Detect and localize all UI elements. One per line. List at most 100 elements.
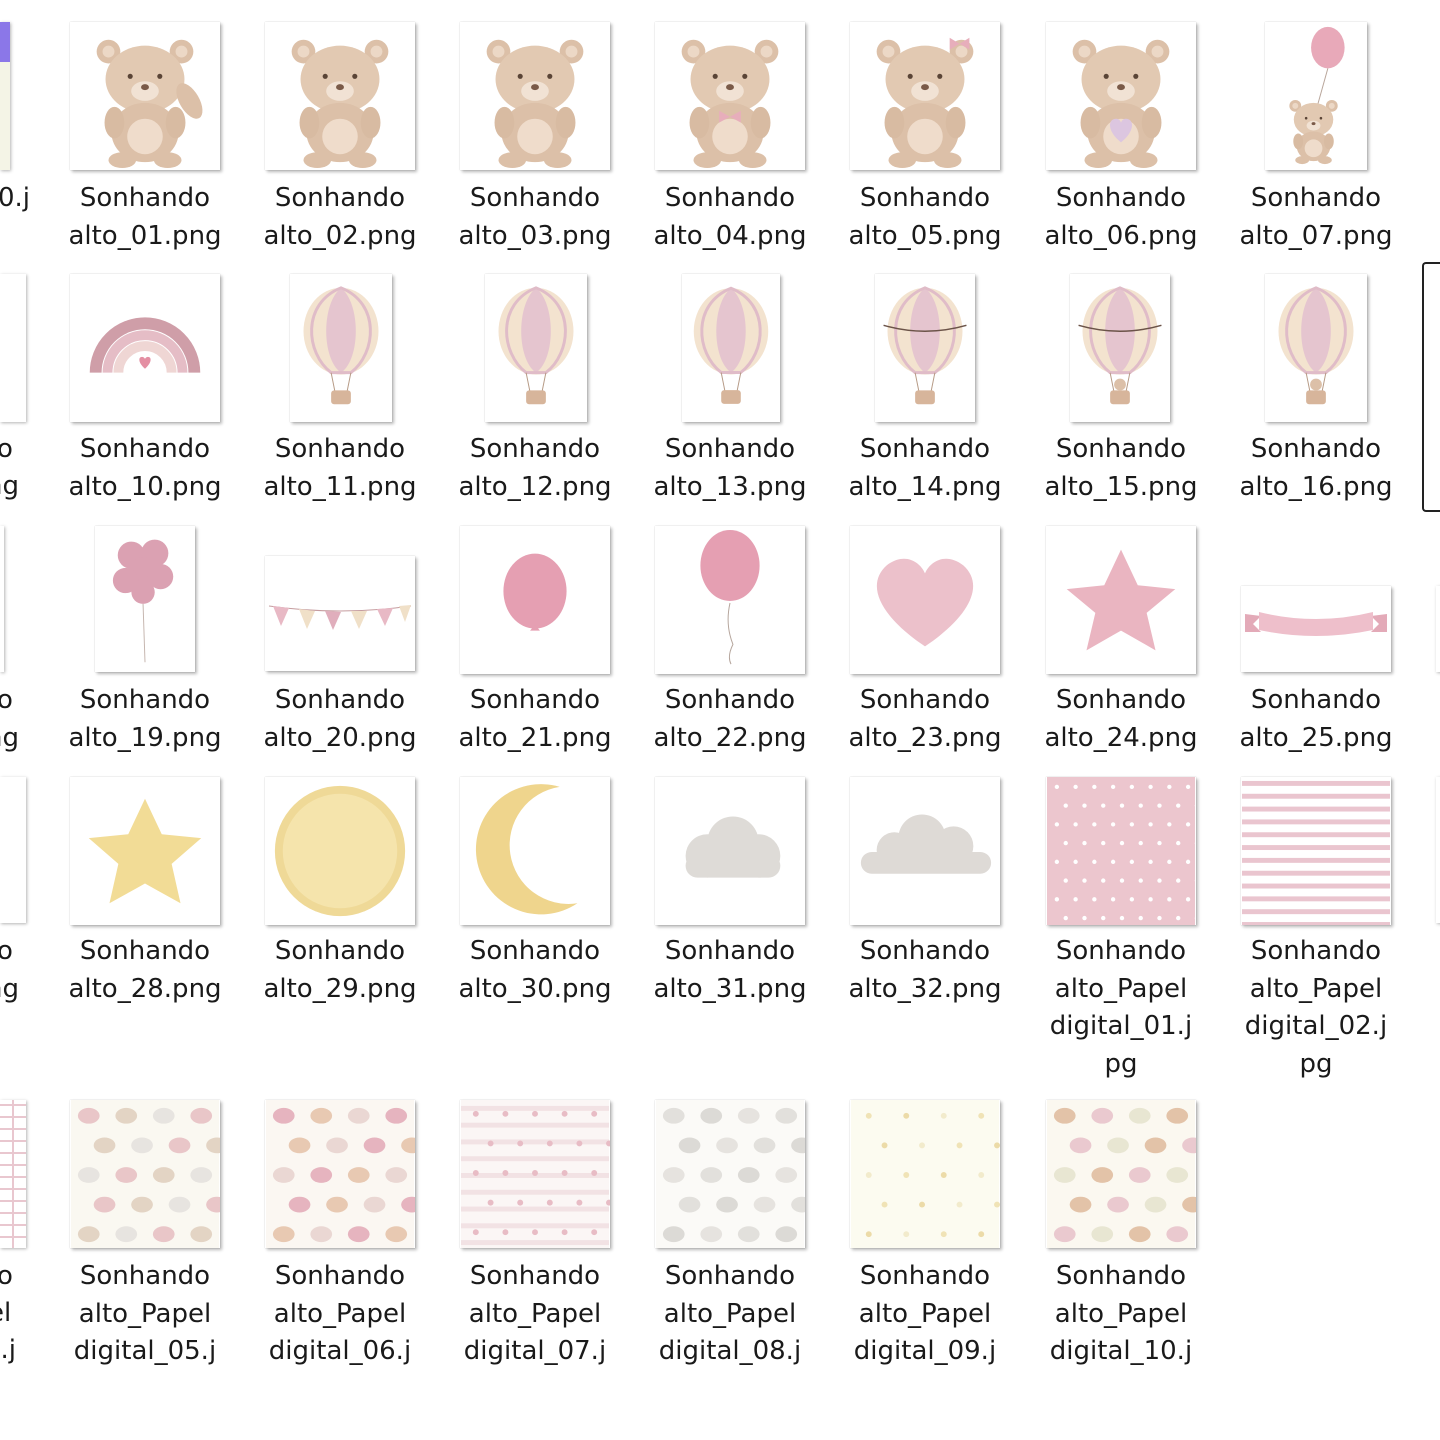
hot-air-balloon-bear-icon: [1070, 274, 1170, 422]
cloud-pattern-paper-icon: [655, 1100, 805, 1248]
file-name-line: Sonhando: [79, 434, 211, 464]
file-name-line: Sonhando: [274, 1261, 406, 1291]
file-name-line: digital_02.j: [1244, 1011, 1388, 1041]
file-name-line: Sonhando: [1055, 1261, 1187, 1291]
file-name-line: alto_22.png: [653, 722, 807, 753]
file-name-line: digital_05.j: [73, 1336, 217, 1366]
pink-balloon-string-icon: [655, 526, 805, 674]
file-name-line: alto_14.png: [848, 471, 1002, 502]
file-name-line: Sonhando: [664, 1261, 796, 1291]
file-name-line: Sonhando: [859, 685, 991, 715]
partial-thumbnail[interactable]: [0, 777, 26, 923]
file-name-line: digital_07.j: [463, 1336, 607, 1366]
file-name-line: Sonhando: [859, 936, 991, 966]
file-name-line: alto_11.png: [263, 471, 417, 502]
file-name-line: Sonhando: [79, 183, 211, 213]
file-name-line: alto_12.png: [458, 471, 612, 502]
file-name-line: Sonhando: [1250, 183, 1382, 213]
file-name-line: Sonhando: [469, 936, 601, 966]
teddy-bear-sitting-icon: [265, 22, 415, 170]
hot-air-balloon-round-icon: [682, 274, 780, 422]
hot-air-balloon-icon: [485, 274, 587, 422]
file-name-line: alto_30.png: [458, 973, 612, 1004]
partial-filename: ng: [0, 471, 19, 501]
file-name-line: alto_05.png: [848, 220, 1002, 251]
file-name-line: digital_01.j: [1049, 1011, 1193, 1041]
file-name-line: Sonhando: [469, 685, 601, 715]
file-name-line: alto_Papel: [78, 1298, 212, 1329]
yellow-star-icon: [70, 777, 220, 925]
file-name-line: alto_01.png: [68, 220, 222, 251]
file-name-line: Sonhando: [1250, 434, 1382, 464]
file-name-line: alto_Papel: [663, 1298, 797, 1329]
file-name-line: Sonhando: [859, 434, 991, 464]
file-name-line: alto_03.png: [458, 220, 612, 251]
file-name-line: alto_Papel: [468, 1298, 602, 1329]
hot-air-balloon-icon: [290, 274, 392, 422]
teddy-bear-peeking-icon: [460, 22, 610, 170]
file-name-line: alto_Papel: [1054, 1298, 1188, 1329]
file-name-line: Sonhando: [859, 183, 991, 213]
file-name-line: alto_06.png: [1044, 220, 1198, 251]
file-name-line: alto_Papel: [1054, 973, 1188, 1004]
file-name-line: Sonhando: [79, 1261, 211, 1291]
file-name-line: Sonhando: [1250, 936, 1382, 966]
heart-stripe-paper-icon: [460, 1100, 610, 1248]
partial-thumbnail[interactable]: [1436, 586, 1440, 672]
partial-filename: ng: [0, 974, 19, 1004]
file-name-line: Sonhando: [664, 434, 796, 464]
file-name-line: alto_32.png: [848, 973, 1002, 1004]
teddy-bear-bow-icon: [655, 22, 805, 170]
file-name-line: alto_19.png: [68, 722, 222, 753]
grey-cloud-icon: [655, 777, 805, 925]
partial-thumbnail[interactable]: [0, 22, 10, 170]
partial-filename: o: [0, 685, 13, 715]
selected-item-frame[interactable]: [1422, 262, 1440, 512]
file-name-line: alto_25.png: [1239, 722, 1393, 753]
file-name-line: alto_24.png: [1044, 722, 1198, 753]
file-name-line: Sonhando: [1055, 936, 1187, 966]
pink-star-icon: [1046, 526, 1196, 674]
hot-air-balloon-bear-top-icon: [1265, 274, 1367, 422]
file-name-line: Sonhando: [664, 685, 796, 715]
pink-ribbon-banner-icon: [1241, 586, 1391, 672]
file-grid: Sonhando alto_01.png Sonhando alto_02.png …: [0, 0, 1440, 1440]
partial-thumbnail[interactable]: [1436, 777, 1440, 923]
file-name-line: Sonhando: [274, 936, 406, 966]
file-name-line: alto_13.png: [653, 471, 807, 502]
pink-heart-icon: [850, 526, 1000, 674]
teddy-bear-waving-icon: [70, 22, 220, 170]
file-name-line: alto_16.png: [1239, 471, 1393, 502]
file-name-line: digital_10.j: [1049, 1336, 1193, 1366]
pink-stripe-paper-icon: [1241, 777, 1391, 925]
file-name-line: Sonhando: [79, 685, 211, 715]
file-name-line: alto_04.png: [653, 220, 807, 251]
file-name-line: Sonhando: [274, 434, 406, 464]
file-name-line: alto_Papel: [858, 1298, 992, 1329]
file-name-line: alto_Papel: [1249, 973, 1383, 1004]
bunting-flags-icon: [265, 556, 415, 671]
file-name-line: alto_21.png: [458, 722, 612, 753]
teddy-bear-hairbow-icon: [850, 22, 1000, 170]
file-name-line: digital_08.j: [658, 1336, 802, 1366]
file-name-line: pg: [1299, 1048, 1333, 1079]
file-name-line: alto_29.png: [263, 973, 417, 1004]
file-name-line: alto_02.png: [263, 220, 417, 251]
partial-thumbnail[interactable]: [0, 1100, 26, 1248]
file-name-line: Sonhando: [1250, 685, 1382, 715]
partial-filename: 0.j: [0, 183, 31, 213]
file-name-line: Sonhando: [1055, 434, 1187, 464]
file-name-line: Sonhando: [274, 183, 406, 213]
balloon-bunch-icon: [95, 526, 195, 672]
bear-pattern-paper-icon: [1046, 1100, 1196, 1248]
file-name-line: Sonhando: [1055, 685, 1187, 715]
file-name-line: Sonhando: [79, 936, 211, 966]
file-name-line: alto_Papel: [273, 1298, 407, 1329]
partial-thumbnail[interactable]: [0, 274, 26, 422]
file-name-line: alto_10.png: [68, 471, 222, 502]
pink-polka-dot-paper-icon: [1046, 777, 1196, 925]
file-name-line: alto_20.png: [263, 722, 417, 753]
file-name-line: Sonhando: [664, 183, 796, 213]
pink-balloon-icon: [460, 526, 610, 674]
partial-thumbnail[interactable]: [0, 526, 4, 672]
